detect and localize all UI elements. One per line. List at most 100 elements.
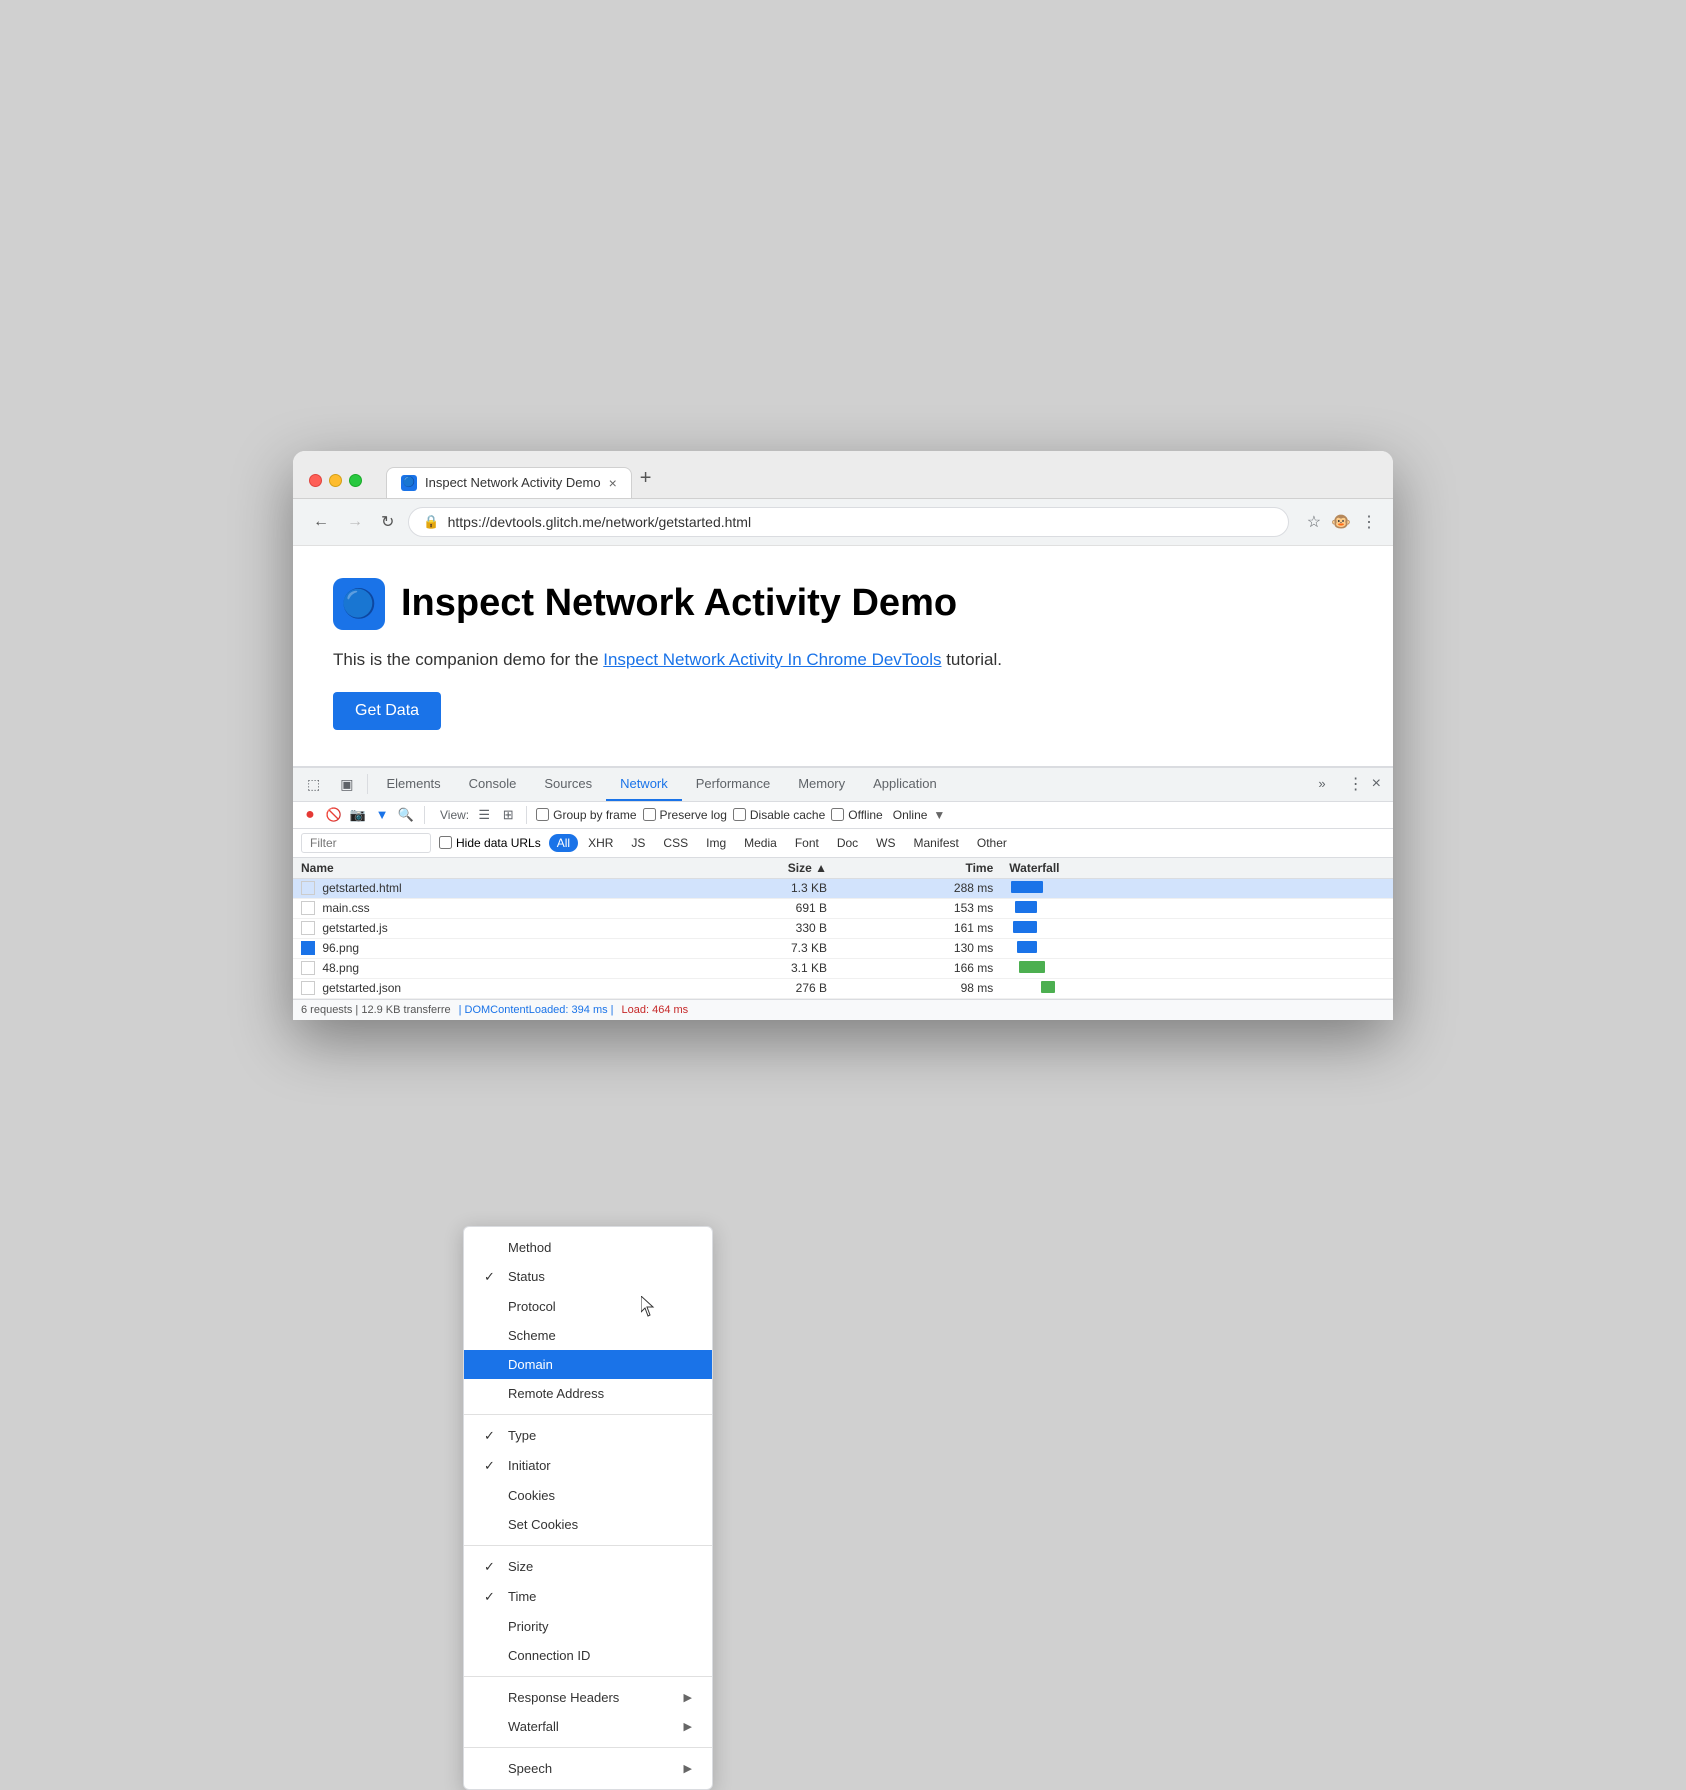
lock-icon: 🔒: [423, 514, 439, 530]
group-by-frame-input[interactable]: [536, 808, 549, 821]
disable-cache-checkbox[interactable]: Disable cache: [733, 808, 825, 822]
cm-scheme[interactable]: Scheme: [464, 1321, 712, 1350]
hide-data-urls-input[interactable]: [439, 836, 452, 849]
file-icon: [301, 981, 315, 995]
cm-priority[interactable]: Priority: [464, 1612, 712, 1641]
header-name[interactable]: Name: [301, 861, 677, 875]
filter-icon[interactable]: ▼: [373, 806, 391, 824]
table-row[interactable]: 96.png 7.3 KB 130 ms: [293, 939, 1393, 959]
close-traffic-light[interactable]: [309, 474, 322, 487]
cm-size[interactable]: ✓ Size: [464, 1552, 712, 1582]
cm-protocol[interactable]: Protocol: [464, 1292, 712, 1321]
cm-status[interactable]: ✓ Status: [464, 1262, 712, 1292]
cm-status-label: Status: [508, 1269, 692, 1284]
tab-sources[interactable]: Sources: [530, 768, 606, 801]
cm-response-headers[interactable]: Response Headers ▶: [464, 1683, 712, 1712]
record-button[interactable]: ●: [301, 806, 319, 824]
filter-xhr-button[interactable]: XHR: [580, 834, 621, 852]
filter-js-button[interactable]: JS: [623, 834, 653, 852]
page-header: 🔵 Inspect Network Activity Demo: [333, 578, 1353, 630]
filter-css-button[interactable]: CSS: [655, 834, 696, 852]
page-content: 🔵 Inspect Network Activity Demo This is …: [293, 546, 1393, 766]
cm-waterfall-arrow: ▶: [684, 1720, 692, 1733]
table-row[interactable]: getstarted.js 330 B 161 ms: [293, 919, 1393, 939]
tab-bar: 🔵 Inspect Network Activity Demo × +: [386, 463, 1377, 498]
clear-button[interactable]: 🚫: [325, 806, 343, 824]
filter-ws-button[interactable]: WS: [868, 834, 903, 852]
preserve-log-checkbox[interactable]: Preserve log: [643, 808, 727, 822]
bookmark-button[interactable]: ☆: [1307, 512, 1321, 532]
cm-status-check: ✓: [484, 1269, 500, 1285]
tab-console[interactable]: Console: [455, 768, 531, 801]
online-label: Online: [893, 808, 928, 822]
group-by-frame-checkbox[interactable]: Group by frame: [536, 808, 636, 822]
filter-other-button[interactable]: Other: [969, 834, 1015, 852]
cm-type[interactable]: ✓ Type: [464, 1421, 712, 1451]
cm-domain[interactable]: Domain: [464, 1350, 712, 1379]
maximize-traffic-light[interactable]: [349, 474, 362, 487]
preserve-log-input[interactable]: [643, 808, 656, 821]
table-row[interactable]: getstarted.json 276 B 98 ms: [293, 979, 1393, 999]
profile-button[interactable]: 🐵: [1331, 512, 1351, 532]
table-row[interactable]: 48.png 3.1 KB 166 ms: [293, 959, 1393, 979]
filter-media-button[interactable]: Media: [736, 834, 785, 852]
online-dropdown-icon[interactable]: ▼: [933, 808, 945, 822]
row-name: 96.png: [301, 941, 677, 956]
inspect-element-icon[interactable]: ⬚: [297, 768, 330, 801]
browser-tab[interactable]: 🔵 Inspect Network Activity Demo ×: [386, 467, 632, 498]
tab-memory[interactable]: Memory: [784, 768, 859, 801]
cm-cookies[interactable]: Cookies: [464, 1481, 712, 1510]
tutorial-link[interactable]: Inspect Network Activity In Chrome DevTo…: [603, 650, 941, 669]
filter-doc-button[interactable]: Doc: [829, 834, 866, 852]
forward-button[interactable]: →: [343, 509, 367, 535]
cm-speech[interactable]: Speech ▶: [464, 1754, 712, 1783]
tab-close-button[interactable]: ×: [609, 475, 617, 491]
url-bar[interactable]: 🔒 https://devtools.glitch.me/network/get…: [408, 507, 1288, 537]
header-size[interactable]: Size ▲: [677, 861, 843, 875]
more-tabs-button[interactable]: »: [1304, 768, 1339, 801]
filter-font-button[interactable]: Font: [787, 834, 827, 852]
refresh-button[interactable]: ↻: [377, 508, 398, 536]
new-tab-button[interactable]: +: [632, 463, 660, 494]
cm-connection-id[interactable]: Connection ID: [464, 1641, 712, 1670]
view-grid-icon[interactable]: ⊞: [499, 806, 517, 824]
cm-method[interactable]: Method: [464, 1233, 712, 1262]
disable-cache-input[interactable]: [733, 808, 746, 821]
minimize-traffic-light[interactable]: [329, 474, 342, 487]
filter-img-button[interactable]: Img: [698, 834, 734, 852]
row-time: 288 ms: [843, 881, 1009, 895]
header-waterfall[interactable]: Waterfall: [1009, 861, 1385, 875]
back-button[interactable]: ←: [309, 509, 333, 535]
cm-initiator[interactable]: ✓ Initiator: [464, 1451, 712, 1481]
camera-button[interactable]: 📷: [349, 806, 367, 824]
tab-application[interactable]: Application: [859, 768, 951, 801]
view-list-icon[interactable]: ☰: [475, 806, 493, 824]
preserve-log-label: Preserve log: [660, 808, 727, 822]
tab-network[interactable]: Network: [606, 768, 682, 801]
toolbar-separator-2: [526, 806, 527, 824]
hide-data-urls-checkbox[interactable]: Hide data URLs: [439, 836, 541, 850]
get-data-button[interactable]: Get Data: [333, 692, 441, 730]
cm-time[interactable]: ✓ Time: [464, 1582, 712, 1612]
cm-type-check: ✓: [484, 1428, 500, 1444]
cm-waterfall[interactable]: Waterfall ▶: [464, 1712, 712, 1741]
tab-performance[interactable]: Performance: [682, 768, 784, 801]
filter-manifest-button[interactable]: Manifest: [906, 834, 967, 852]
row-time: 166 ms: [843, 961, 1009, 975]
table-row[interactable]: getstarted.html 1.3 KB 288 ms: [293, 879, 1393, 899]
tab-elements[interactable]: Elements: [372, 768, 454, 801]
search-button[interactable]: 🔍: [397, 806, 415, 824]
devtools-close-icon[interactable]: ×: [1372, 775, 1381, 793]
cm-set-cookies[interactable]: Set Cookies: [464, 1510, 712, 1539]
filter-input[interactable]: [301, 833, 431, 853]
table-row[interactable]: main.css 691 B 153 ms: [293, 899, 1393, 919]
filter-all-button[interactable]: All: [549, 834, 578, 852]
cm-remote-address[interactable]: Remote Address: [464, 1379, 712, 1408]
device-toolbar-icon[interactable]: ▣: [330, 768, 363, 801]
devtools-settings-icon[interactable]: ⋮: [1348, 774, 1364, 794]
menu-button[interactable]: ⋮: [1361, 512, 1377, 532]
status-bar: 6 requests | 12.9 KB transferre | DOMCon…: [293, 999, 1393, 1020]
offline-checkbox[interactable]: Offline: [831, 808, 882, 822]
header-time[interactable]: Time: [843, 861, 1009, 875]
offline-input[interactable]: [831, 808, 844, 821]
